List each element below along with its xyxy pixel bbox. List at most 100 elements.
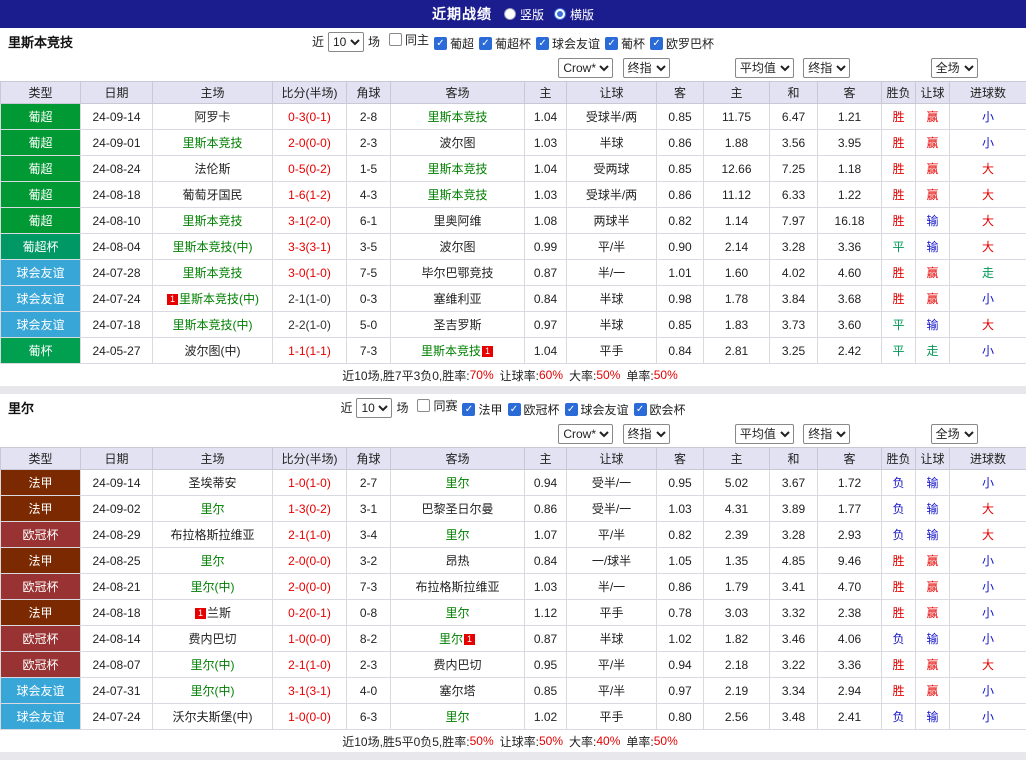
home-team-name[interactable]: 兰斯	[207, 606, 231, 620]
col-header: 类型	[1, 448, 81, 470]
away-team-name[interactable]: 里斯本竞技	[421, 344, 481, 358]
bookmaker-final-select[interactable]: 终指	[623, 58, 670, 78]
scope-select[interactable]: 全场	[931, 424, 978, 444]
filter-checkbox[interactable]: ✓欧罗巴杯	[650, 35, 714, 52]
filter-checkbox[interactable]: 同主	[389, 31, 429, 48]
home-team-name[interactable]: 波尔图(中)	[185, 344, 241, 358]
home-team-name[interactable]: 里尔	[200, 554, 224, 568]
odds-away-cell: 3.36	[818, 652, 882, 678]
away-team-cell: 里斯本竞技	[391, 156, 525, 182]
away-team-name[interactable]: 塞尔塔	[439, 684, 475, 698]
home-team-name[interactable]: 费内巴切	[188, 632, 236, 646]
away-team-name[interactable]: 塞维利亚	[433, 292, 481, 306]
away-team-name[interactable]: 里斯本竞技	[427, 162, 487, 176]
league-type-cell: 葡超	[1, 130, 81, 156]
away-team-name[interactable]: 布拉格斯拉维亚	[415, 580, 499, 594]
away-team-name[interactable]: 波尔图	[439, 240, 475, 254]
bookmaker-select[interactable]: Crow*	[558, 58, 613, 78]
away-team-name[interactable]: 昂热	[445, 554, 469, 568]
home-team-name[interactable]: 沃尔夫斯堡(中)	[173, 710, 253, 724]
home-team-name[interactable]: 里斯本竞技(中)	[173, 318, 253, 332]
filter-checkbox[interactable]: ✓欧会杯	[634, 401, 686, 418]
filter-checkbox[interactable]: ✓球会友谊	[536, 35, 600, 52]
away-team-name[interactable]: 费内巴切	[433, 658, 481, 672]
odds-avg-select[interactable]: 平均值	[735, 58, 794, 78]
bookmaker-final-select[interactable]: 终指	[623, 424, 670, 444]
odds-draw-cell: 3.48	[770, 704, 818, 730]
filter-checkbox[interactable]: 同赛	[417, 397, 457, 414]
home-team-name[interactable]: 法伦斯	[194, 162, 230, 176]
home-team-name[interactable]: 里斯本竞技(中)	[173, 240, 253, 254]
home-team-name[interactable]: 圣埃蒂安	[188, 476, 236, 490]
home-team-name[interactable]: 布拉格斯拉维亚	[170, 528, 254, 542]
away-team-name[interactable]: 圣吉罗斯	[433, 318, 481, 332]
home-team-name[interactable]: 里尔(中)	[191, 658, 235, 672]
away-team-name[interactable]: 毕尔巴鄂竞技	[421, 266, 493, 280]
odds-away-cell: 9.46	[818, 548, 882, 574]
away-team-name[interactable]: 里斯本竞技	[427, 110, 487, 124]
filter-checkbox[interactable]: ✓葡超杯	[479, 35, 531, 52]
away-team-name[interactable]: 波尔图	[439, 136, 475, 150]
home-team-name[interactable]: 阿罗卡	[194, 110, 230, 124]
near-count-select[interactable]: 10	[328, 32, 364, 52]
filter-checkbox-label: 葡超杯	[495, 35, 531, 52]
filter-checkbox[interactable]: ✓球会友谊	[565, 401, 629, 418]
col-header: 日期	[81, 448, 153, 470]
result-goals-cell: 大	[950, 312, 1026, 338]
away-team-name[interactable]: 巴黎圣日尔曼	[421, 502, 493, 516]
result-goals-cell: 小	[950, 338, 1026, 364]
near-count-select[interactable]: 10	[356, 398, 392, 418]
away-team-name[interactable]: 里尔	[445, 476, 469, 490]
view-radio-horizontal[interactable]: 横版	[554, 6, 594, 23]
league-type-cell: 法甲	[1, 600, 81, 626]
handicap-line-cell: 平/半	[567, 678, 657, 704]
match-date-cell: 24-08-18	[81, 182, 153, 208]
summary-stat-label: 胜率:	[442, 367, 469, 384]
home-team-name[interactable]: 里尔	[200, 502, 224, 516]
home-team-name[interactable]: 里斯本竞技	[182, 266, 242, 280]
results-tbody: 法甲24-09-14圣埃蒂安1-0(1-0)2-7里尔0.94受半/一0.955…	[1, 470, 1026, 730]
odds-away-cell: 3.95	[818, 130, 882, 156]
filter-checkbox[interactable]: ✓欧冠杯	[508, 401, 560, 418]
home-team-name[interactable]: 里尔(中)	[191, 580, 235, 594]
filter-checkbox[interactable]: ✓葡超	[434, 35, 474, 52]
away-team-name[interactable]: 里尔	[445, 528, 469, 542]
away-team-name[interactable]: 里尔	[445, 606, 469, 620]
away-team-name[interactable]: 里斯本竞技	[427, 188, 487, 202]
match-date-cell: 24-08-21	[81, 574, 153, 600]
filter-checkbox[interactable]: ✓法甲	[462, 401, 502, 418]
handicap-away-odds-cell: 0.82	[657, 522, 704, 548]
away-team-name[interactable]: 里尔	[439, 632, 463, 646]
odds-home-cell: 1.79	[704, 574, 770, 600]
league-type-cell: 球会友谊	[1, 286, 81, 312]
odds-avg-select[interactable]: 平均值	[735, 424, 794, 444]
score-cell: 3-0(1-0)	[273, 260, 347, 286]
away-team-name[interactable]: 里奥阿维	[433, 214, 481, 228]
scope-select[interactable]: 全场	[931, 58, 978, 78]
home-team-name[interactable]: 葡萄牙国民	[182, 188, 242, 202]
result-handicap-cell: 赢	[916, 130, 950, 156]
handicap-away-odds-cell: 0.98	[657, 286, 704, 312]
bookmaker-select[interactable]: Crow*	[558, 424, 613, 444]
home-team-name[interactable]: 里斯本竞技(中)	[179, 292, 259, 306]
odds-final-select[interactable]: 终指	[803, 424, 850, 444]
home-team-name[interactable]: 里斯本竞技	[182, 136, 242, 150]
handicap-home-odds-cell: 1.08	[525, 208, 567, 234]
score-cell: 1-3(0-2)	[273, 496, 347, 522]
odds-away-cell: 4.06	[818, 626, 882, 652]
score-cell: 2-2(1-0)	[273, 312, 347, 338]
col-header: 日期	[81, 82, 153, 104]
home-team-name[interactable]: 里尔(中)	[191, 684, 235, 698]
odds-draw-cell: 3.28	[770, 522, 818, 548]
handicap-line-cell: 受球半/两	[567, 104, 657, 130]
away-team-name[interactable]: 里尔	[445, 710, 469, 724]
league-type-cell: 欧冠杯	[1, 652, 81, 678]
odds-final-select[interactable]: 终指	[803, 58, 850, 78]
result-handicap-cell: 赢	[916, 652, 950, 678]
home-team-name[interactable]: 里斯本竞技	[182, 214, 242, 228]
league-type-cell: 球会友谊	[1, 704, 81, 730]
handicap-line-cell: 平/半	[567, 234, 657, 260]
view-radio-vertical[interactable]: 竖版	[504, 6, 544, 23]
filter-checkbox[interactable]: ✓葡杯	[605, 35, 645, 52]
handicap-line-cell: 受半/一	[567, 496, 657, 522]
